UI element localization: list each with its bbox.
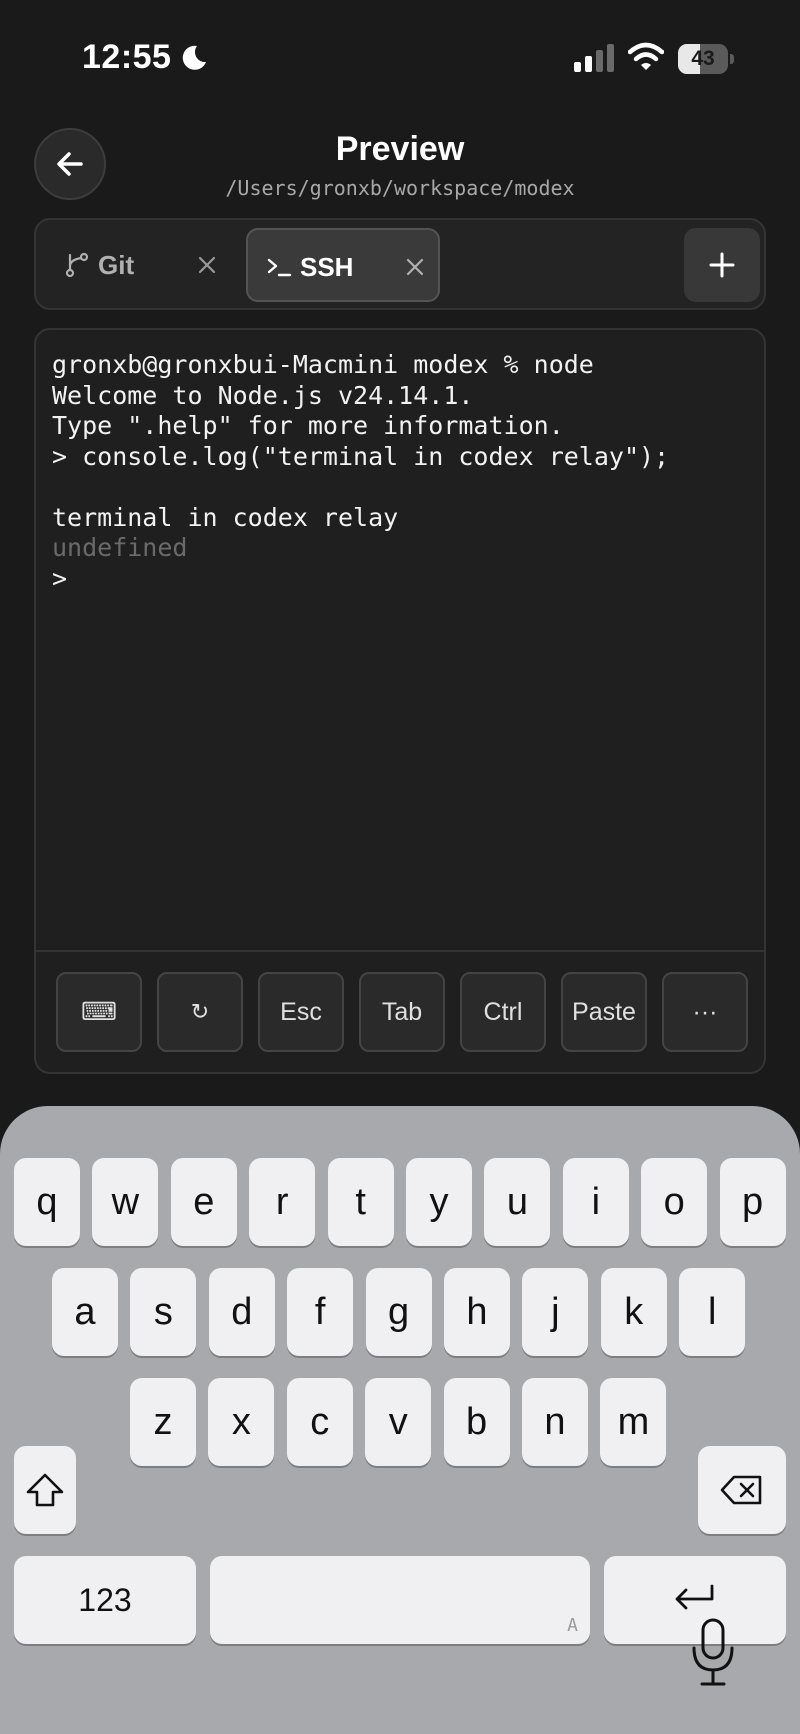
more-button[interactable]: ··· xyxy=(662,972,748,1052)
tab-key-button[interactable]: Tab xyxy=(359,972,445,1052)
terminal-key-bar: ⌨ ↻ Esc Tab Ctrl Paste ··· xyxy=(36,952,764,1072)
key-m[interactable]: m xyxy=(600,1378,667,1466)
esc-key-button[interactable]: Esc xyxy=(258,972,344,1052)
close-icon[interactable] xyxy=(402,254,428,280)
terminal-line: terminal in codex relay xyxy=(52,502,399,532)
key-q[interactable]: q xyxy=(14,1158,80,1246)
terminal-line: > xyxy=(52,563,68,593)
refresh-icon: ↻ xyxy=(190,999,210,1024)
close-icon[interactable] xyxy=(194,252,220,278)
key-j[interactable]: j xyxy=(522,1268,589,1356)
key-z[interactable]: z xyxy=(130,1378,196,1466)
microphone-icon[interactable] xyxy=(688,1618,738,1688)
key-i[interactable]: i xyxy=(562,1158,629,1246)
terminal-prompt-icon xyxy=(267,258,292,277)
refresh-button[interactable]: ↻ xyxy=(157,972,243,1052)
plus-icon xyxy=(709,252,735,278)
tab-bar: Git SSH xyxy=(34,218,766,310)
tab-git[interactable]: Git xyxy=(46,228,220,302)
key-r[interactable]: r xyxy=(249,1158,316,1246)
add-tab-button[interactable] xyxy=(684,228,760,302)
key-u[interactable]: u xyxy=(484,1158,551,1246)
key-e[interactable]: e xyxy=(170,1158,237,1246)
ctrl-key-button[interactable]: Ctrl xyxy=(460,972,546,1052)
shift-key[interactable] xyxy=(14,1446,76,1534)
key-x[interactable]: x xyxy=(208,1378,275,1466)
key-y[interactable]: y xyxy=(406,1158,472,1246)
key-n[interactable]: n xyxy=(522,1378,588,1466)
keyboard-icon: ⌨ xyxy=(80,998,118,1026)
status-bar: 12:55 43 xyxy=(0,0,800,110)
key-p[interactable]: p xyxy=(719,1158,786,1246)
git-branch-icon xyxy=(65,252,89,278)
battery-level: 43 xyxy=(691,47,715,70)
terminal-line: Type ".help" for more information. xyxy=(52,411,564,440)
onscreen-keyboard: 123 A qwertyuiop asdfghjkl zxcvbnm xyxy=(0,1106,800,1734)
key-a[interactable]: a xyxy=(52,1268,118,1356)
key-b[interactable]: b xyxy=(443,1378,510,1466)
terminal-line: Welcome to Node.js v24.14.1. xyxy=(52,380,474,410)
terminal-line: undefined xyxy=(52,533,188,562)
shift-icon xyxy=(26,1473,64,1507)
terminal-output[interactable]: gronxb@gronxbui-Macmini modex % node Welc… xyxy=(52,350,752,594)
moon-icon xyxy=(182,45,206,70)
key-t[interactable]: t xyxy=(327,1158,394,1246)
key-g[interactable]: g xyxy=(365,1268,432,1356)
key-o[interactable]: o xyxy=(641,1158,708,1246)
terminal-line: gronxb@gronxbui-Macmini modex % node xyxy=(52,350,594,379)
numbers-key[interactable]: 123 xyxy=(14,1556,196,1644)
space-bar[interactable]: A xyxy=(210,1556,590,1644)
key-w[interactable]: w xyxy=(92,1158,159,1246)
status-time: 12:55 xyxy=(82,38,172,76)
key-v[interactable]: v xyxy=(365,1378,432,1466)
paste-button[interactable]: Paste xyxy=(561,972,647,1052)
key-k[interactable]: k xyxy=(600,1268,667,1356)
wifi-icon xyxy=(628,42,664,70)
key-c[interactable]: c xyxy=(286,1378,353,1466)
tab-ssh[interactable]: SSH xyxy=(246,228,440,302)
page-title: Preview xyxy=(335,130,465,168)
key-d[interactable]: d xyxy=(208,1268,275,1356)
battery-icon: 43 xyxy=(678,44,734,74)
key-l[interactable]: l xyxy=(679,1268,746,1356)
toggle-keyboard-button[interactable]: ⌨ xyxy=(56,972,142,1052)
terminal-panel[interactable]: gronxb@gronxbui-Macmini modex % node Welc… xyxy=(34,328,766,1074)
terminal-line: > console.log("terminal in codex relay")… xyxy=(52,441,670,471)
backspace-icon xyxy=(720,1475,762,1505)
cellular-signal-icon xyxy=(574,44,614,72)
return-icon xyxy=(675,1584,714,1610)
key-s[interactable]: s xyxy=(130,1268,197,1356)
tab-git-label: Git xyxy=(98,250,135,280)
key-h[interactable]: h xyxy=(444,1268,510,1356)
backspace-key[interactable] xyxy=(698,1446,786,1534)
tab-ssh-label: SSH xyxy=(300,252,354,282)
space-hint: A xyxy=(567,1615,578,1636)
workspace-path: /Users/gronxb/workspace/modex xyxy=(225,176,575,200)
key-f[interactable]: f xyxy=(287,1268,354,1356)
